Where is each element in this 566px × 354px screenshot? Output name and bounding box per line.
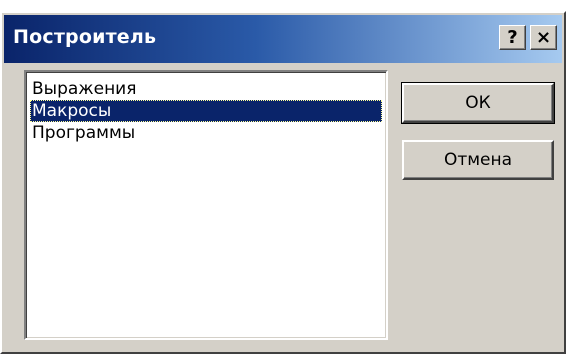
cancel-button[interactable]: Отмена	[402, 140, 554, 180]
list-item-programs[interactable]: Программы	[30, 122, 382, 144]
builder-dialog: Построитель ? × Выражения Макросы Програ…	[0, 11, 566, 354]
close-button[interactable]: ×	[530, 25, 557, 50]
close-icon: ×	[535, 26, 552, 48]
list-item-macros[interactable]: Макросы	[30, 100, 382, 122]
list-item-expressions[interactable]: Выражения	[30, 78, 382, 100]
help-button[interactable]: ?	[499, 25, 526, 50]
window-title: Построитель	[13, 26, 157, 48]
builder-list[interactable]: Выражения Макросы Программы	[24, 70, 388, 340]
ok-button-label: ОК	[465, 93, 491, 113]
cancel-button-label: Отмена	[443, 150, 513, 170]
title-bar[interactable]: Построитель ? ×	[4, 15, 562, 63]
help-icon: ?	[507, 26, 518, 48]
ok-button[interactable]: ОК	[401, 82, 555, 124]
